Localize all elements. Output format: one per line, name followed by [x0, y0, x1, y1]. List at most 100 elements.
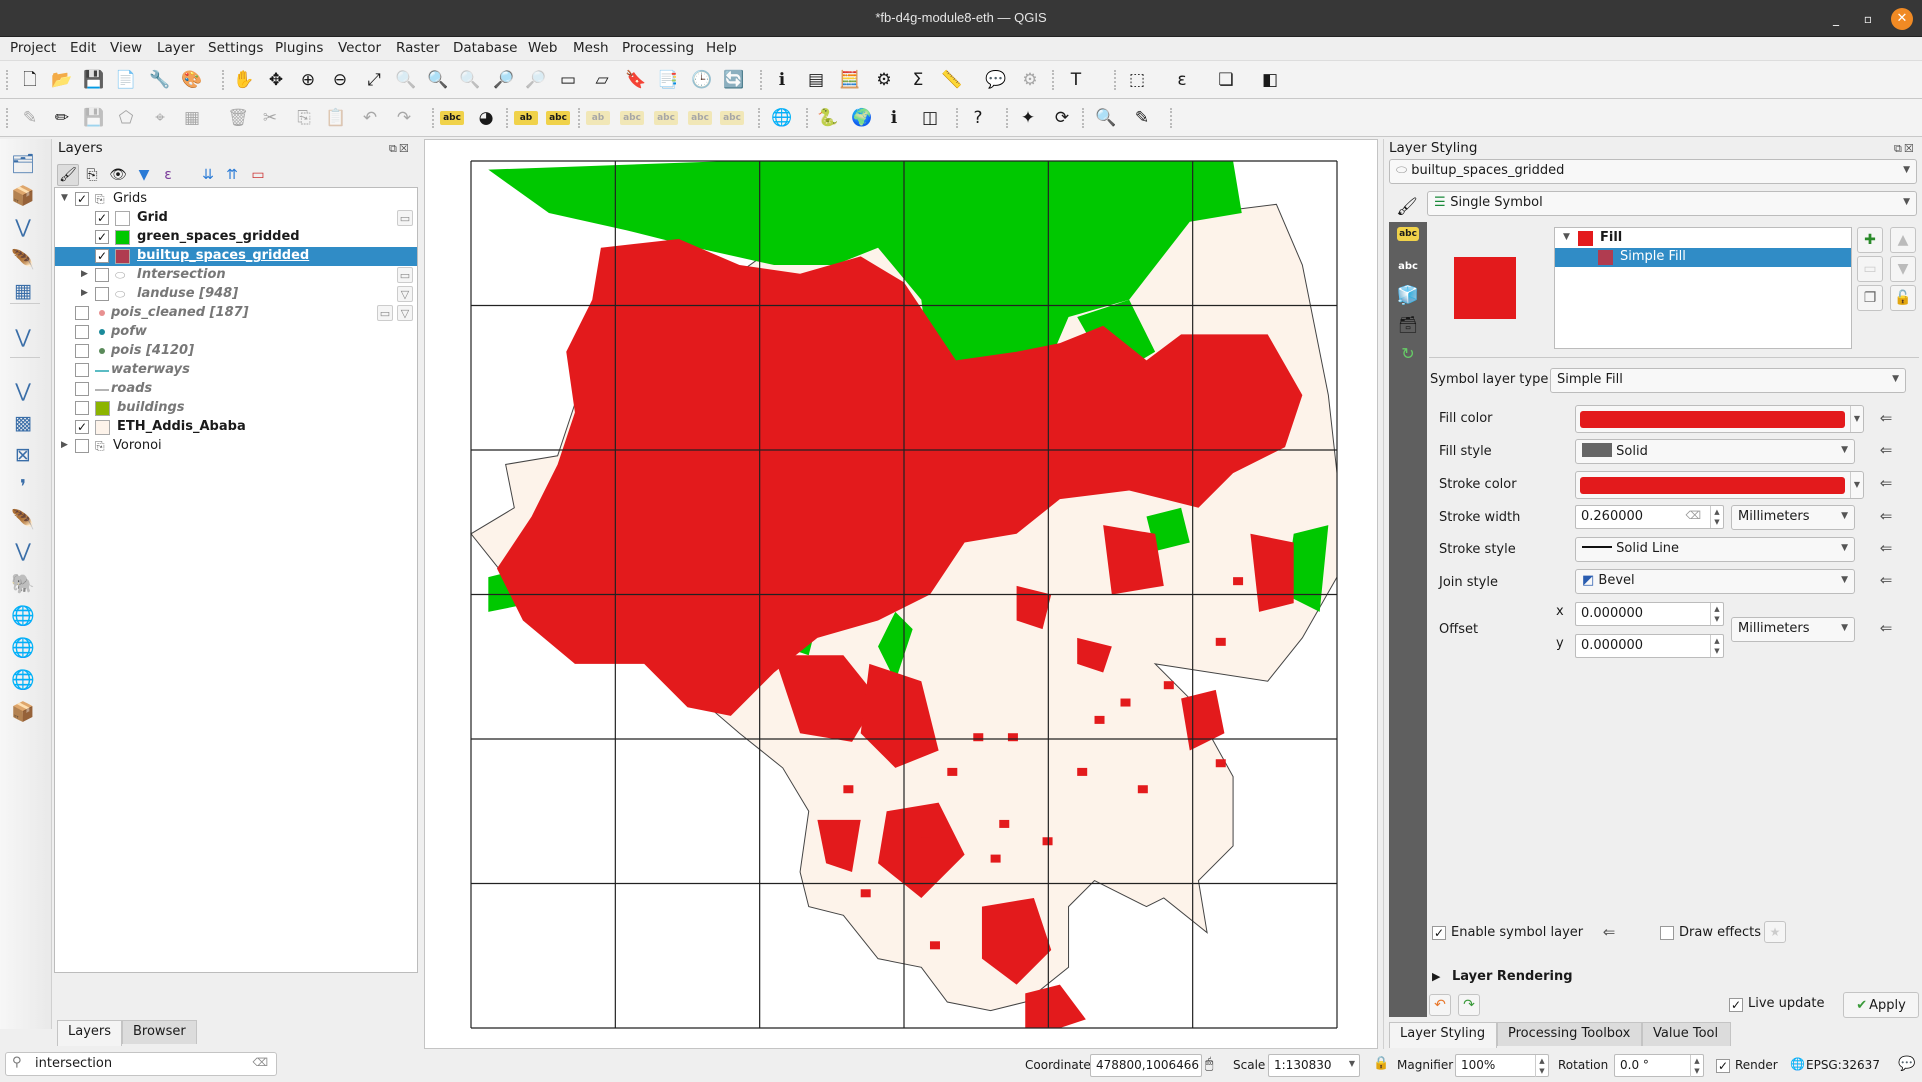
offset-unit-combo[interactable]: Millimeters ▼	[1731, 617, 1855, 642]
layer-item[interactable]: pois [4120]	[55, 342, 417, 361]
tab-browser[interactable]: Browser	[122, 1020, 197, 1044]
add-wcs-icon[interactable]: 🌐	[9, 633, 37, 661]
stroke-style-combo[interactable]: Solid Line ▼	[1575, 537, 1855, 562]
layer-item[interactable]: roads	[55, 380, 417, 399]
toolbar-separator[interactable]	[6, 70, 9, 90]
symbol-tree-root[interactable]: ▼ Fill	[1555, 229, 1851, 248]
toggle-extents-icon[interactable]: 🖱	[1205, 1056, 1213, 1072]
map-tips-icon[interactable]: 💬	[984, 68, 1008, 92]
add-raster-layer-icon[interactable]: ▩	[9, 409, 37, 437]
expand-all-icon[interactable]: ⇊	[197, 164, 219, 186]
undo-button[interactable]: ↶	[1429, 994, 1451, 1016]
offset-x-spinner[interactable]: ▲ ▼	[1710, 603, 1723, 625]
remove-symbol-layer-button[interactable]: ▭	[1857, 256, 1883, 282]
menu-edit[interactable]: Edit	[70, 40, 96, 56]
layer-visibility-checkbox[interactable]: ✓	[75, 420, 89, 434]
close-button[interactable]: ✕	[1891, 8, 1913, 30]
zoom-native-icon[interactable]: 🔍	[458, 68, 482, 92]
data-defined-override-icon[interactable]: ⇐	[1874, 409, 1898, 429]
new-bookmark-icon[interactable]: 🔖	[624, 68, 648, 92]
menu-view[interactable]: View	[110, 40, 142, 56]
show-bookmarks-icon[interactable]: 📑	[656, 68, 680, 92]
minimize-button[interactable]: _	[1825, 8, 1847, 30]
tab-processing-toolbox[interactable]: Processing Toolbox	[1497, 1022, 1642, 1046]
layer-visibility-checkbox[interactable]: ✓	[75, 192, 89, 206]
move-label-2-icon[interactable]: abc	[654, 111, 678, 125]
open-styling-icon[interactable]: 🖌	[57, 164, 79, 186]
menu-database[interactable]: Database	[453, 40, 517, 56]
symbol-layer-type-combo[interactable]: Simple Fill ▼	[1550, 368, 1906, 393]
layer-visibility-checkbox[interactable]: ✓	[95, 230, 109, 244]
current-edits-icon[interactable]: ✎	[18, 106, 42, 130]
statistical-summary-icon[interactable]: Σ	[906, 68, 930, 92]
select-features-icon[interactable]: ⬚	[1125, 68, 1149, 92]
redo-icon[interactable]: ↷	[392, 106, 416, 130]
stroke-color-dropdown[interactable]: ▼	[1850, 472, 1863, 498]
fill-color-dropdown[interactable]: ▼	[1850, 406, 1863, 432]
rotation-spinner[interactable]: ▲ ▼	[1690, 1055, 1703, 1077]
add-wfs-icon[interactable]: 🌐	[9, 665, 37, 693]
new-temp-scratch-icon[interactable]: 🪶	[9, 245, 37, 273]
layer-item[interactable]: pofw	[55, 323, 417, 342]
select-by-location-icon[interactable]: ◧	[1258, 68, 1282, 92]
save-project-icon[interactable]: 💾	[82, 68, 106, 92]
add-postgis-icon[interactable]: 🐘	[9, 569, 37, 597]
add-group-icon[interactable]: ⎘	[81, 164, 103, 186]
toolbar-separator[interactable]	[1006, 108, 1009, 128]
fill-style-combo[interactable]: Solid ▼	[1575, 439, 1855, 464]
filter-indicator-icon[interactable]: ▽	[397, 286, 413, 302]
data-defined-override-icon[interactable]: ⇐	[1874, 474, 1898, 494]
menu-layer[interactable]: Layer	[157, 40, 195, 56]
label-toolbar-icon[interactable]: abc	[440, 111, 464, 125]
memory-layer-indicator-icon[interactable]: ▭	[397, 210, 413, 226]
measure-icon[interactable]: 📏	[940, 68, 964, 92]
toolbar-separator[interactable]	[506, 108, 509, 128]
filter-by-expression-icon[interactable]: ε	[157, 164, 179, 186]
pan-icon[interactable]: ✋	[232, 68, 256, 92]
layer-item[interactable]: ✓ ETH_Addis_Ababa	[55, 418, 417, 437]
field-calculator-icon[interactable]: 🧮	[838, 68, 862, 92]
filter-indicator-icon[interactable]: ▽	[397, 305, 413, 321]
zoom-next-icon[interactable]: 🔎	[524, 68, 548, 92]
data-defined-override-icon[interactable]: ⇐	[1874, 507, 1898, 527]
map-canvas[interactable]	[424, 139, 1378, 1049]
expand-arrow-icon[interactable]: ▶	[81, 288, 88, 298]
deselect-all-icon[interactable]: ❏	[1214, 68, 1238, 92]
map-swipe-icon[interactable]: ◫	[918, 106, 942, 130]
identify-icon[interactable]: ℹ	[770, 68, 794, 92]
menu-web[interactable]: Web	[528, 40, 557, 56]
layer-item[interactable]: ✓ green_spaces_gridded	[55, 228, 417, 247]
tab-layer-styling[interactable]: Layer Styling	[1389, 1022, 1497, 1048]
expand-arrow-icon[interactable]: ▶	[1432, 970, 1440, 983]
draw-effects-checkbox[interactable]	[1660, 926, 1674, 940]
expand-arrow-icon[interactable]: ▶	[81, 269, 88, 279]
identify-plugin-icon[interactable]: ℹ	[882, 106, 906, 130]
magnifier-input[interactable]: 100% ▲ ▼	[1455, 1054, 1549, 1077]
toolbar-separator[interactable]	[432, 108, 435, 128]
layer-visibility-checkbox[interactable]	[75, 306, 89, 320]
menu-help[interactable]: Help	[706, 40, 737, 56]
paste-features-icon[interactable]: 📋	[324, 106, 348, 130]
data-source-manager-icon[interactable]: 🗂	[9, 149, 37, 177]
add-polygon-icon[interactable]: ⬠	[114, 106, 138, 130]
menu-processing[interactable]: Processing	[622, 40, 694, 56]
enable-symbol-layer-checkbox[interactable]: ✓	[1432, 926, 1446, 940]
table-refresh-icon[interactable]: ⟳	[1050, 106, 1074, 130]
tab-layers[interactable]: Layers	[57, 1020, 122, 1046]
render-checkbox[interactable]: ✓	[1716, 1059, 1730, 1073]
expand-arrow-icon[interactable]: ▶	[61, 440, 68, 450]
vertex-tool-icon[interactable]: ⌖	[148, 106, 172, 130]
menu-mesh[interactable]: Mesh	[573, 40, 609, 56]
panel-float-close-buttons[interactable]: ⧉☒	[389, 142, 411, 156]
new-project-icon[interactable]: 🗋	[18, 68, 42, 92]
zoom-full-icon[interactable]: ⤢	[362, 68, 386, 92]
python-console-icon[interactable]: 🐍	[816, 106, 840, 130]
layer-visibility-checkbox[interactable]	[75, 439, 89, 453]
stroke-width-unit-combo[interactable]: Millimeters ▼	[1731, 505, 1855, 530]
stroke-width-spinner[interactable]: ▲ ▼	[1710, 506, 1723, 528]
scale-combo[interactable]: 1:130830 ▼	[1268, 1054, 1360, 1077]
3d-view-tab-icon[interactable]: 🧊	[1397, 284, 1419, 306]
zoom-last-icon[interactable]: 🔎	[492, 68, 516, 92]
add-wms-icon[interactable]: 🌐	[9, 601, 37, 629]
pan-to-selection-icon[interactable]: ✥	[264, 68, 288, 92]
